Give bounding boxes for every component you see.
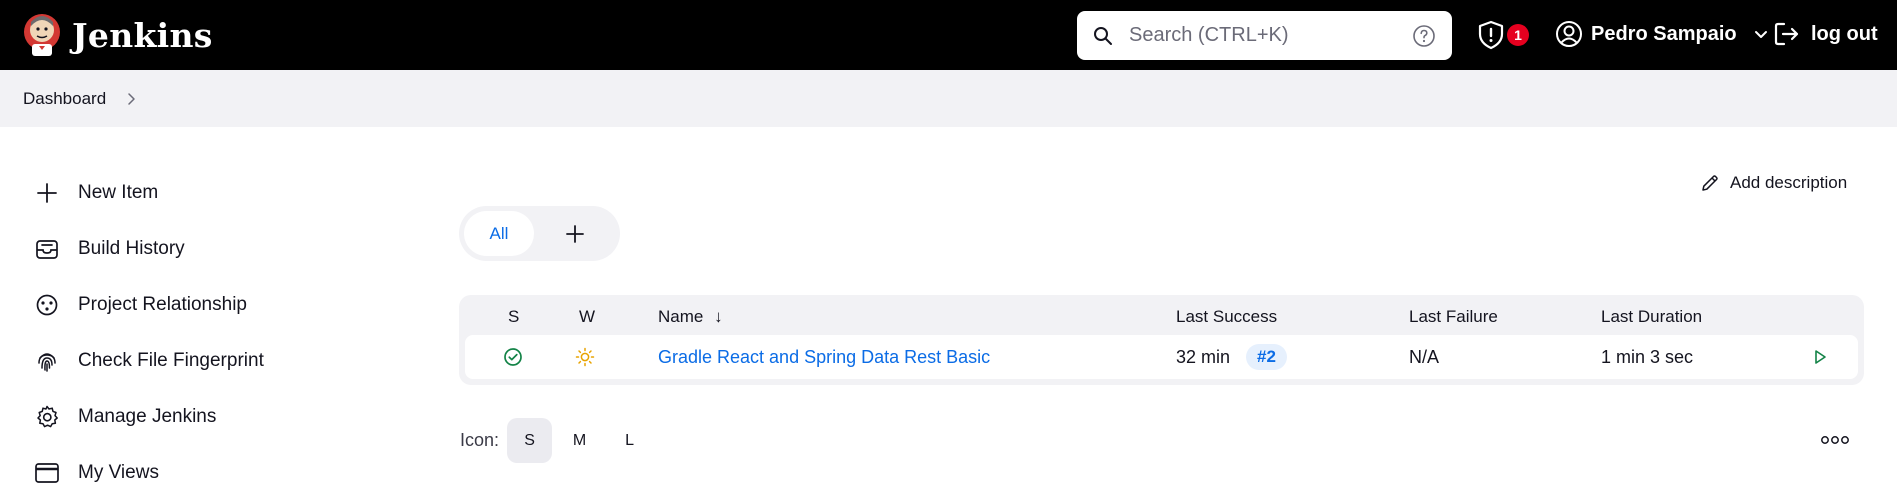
jenkins-logo-link[interactable]: Jenkins [22,10,213,60]
breadcrumb: Dashboard [0,70,1897,127]
logout-icon [1774,22,1799,46]
side-panel: New Item Build History Project Relations… [34,165,394,491]
sidebar-item-check-file-fingerprint[interactable]: Check File Fingerprint [34,333,394,389]
schedule-build-play-icon[interactable] [1811,348,1829,366]
column-header-last-success[interactable]: Last Success [1176,307,1277,327]
icon-size-selector: Icon: S M L [460,418,657,463]
job-name-link[interactable]: Gradle React and Spring Data Rest Basic [658,347,990,368]
logout-button[interactable]: log out [1773,20,1878,48]
icon-size-medium[interactable]: M [557,418,602,463]
add-description-label: Add description [1730,173,1848,192]
table-row: Gradle React and Spring Data Rest Basic … [465,335,1858,379]
jenkins-butler-icon [24,14,60,56]
jenkins-wordmark: Jenkins [72,15,213,55]
sidebar-item-new-item[interactable]: New Item [34,165,394,221]
sidebar-item-project-relationship[interactable]: Project Relationship [34,277,394,333]
sidebar-item-label: Project Relationship [78,294,247,315]
breadcrumb-dashboard[interactable]: Dashboard [23,89,106,109]
new-view-button[interactable] [540,211,610,256]
pencil-icon [1702,175,1718,191]
success-status-icon[interactable] [503,347,523,367]
column-header-status[interactable]: S [508,307,519,327]
column-header-weather[interactable]: W [579,307,595,327]
sidebar-item-label: Build History [78,238,185,259]
icon-size-label: Icon: [460,430,500,450]
sidebar-item-label: Manage Jenkins [78,406,217,427]
last-failure-value: N/A [1409,347,1440,367]
column-header-name-label: Name [658,307,704,326]
sidebar-item-manage-jenkins[interactable]: Manage Jenkins [34,389,394,445]
icon-size-small[interactable]: S [507,418,553,463]
search-input[interactable] [1129,24,1412,47]
search-box[interactable] [1077,11,1452,60]
user-icon [1556,21,1582,47]
icon-size-large[interactable]: L [607,418,652,463]
gear-icon [37,405,58,428]
last-duration-value: 1 min 3 sec [1601,347,1694,367]
shield-warning-icon [1478,20,1504,50]
security-warnings-button[interactable]: 1 [1477,20,1529,50]
chevron-down-icon [1754,31,1767,38]
relationship-icon [36,294,58,316]
user-name: Pedro Sampaio [1591,22,1737,45]
plus-icon [37,183,57,203]
inbox-icon [36,240,58,259]
column-header-last-duration[interactable]: Last Duration [1601,307,1702,327]
sunny-weather-icon[interactable] [575,347,595,367]
view-tabs: All [459,206,620,261]
chevron-right-icon[interactable] [124,92,138,106]
sidebar-item-build-history[interactable]: Build History [34,221,394,277]
column-header-name[interactable]: Name ↓ [658,307,723,327]
help-icon[interactable] [1412,24,1436,48]
sidebar-item-label: Check File Fingerprint [78,350,264,371]
tab-all[interactable]: All [464,211,534,256]
user-menu[interactable]: Pedro Sampaio [1555,20,1769,48]
plus-icon [566,224,584,243]
sidebar-item-label: My Views [78,462,159,483]
fingerprint-icon [38,353,56,372]
top-header: Jenkins 1 Pedro Sampaio [0,0,1897,70]
window-icon [35,463,59,483]
sidebar-item-label: New Item [78,182,159,203]
table-header: S W Name ↓ Last Success Last Failure Las… [465,295,1858,335]
search-icon [1094,26,1112,45]
column-header-last-failure[interactable]: Last Failure [1409,307,1498,327]
last-success-time: 32 min [1176,347,1231,367]
last-success-build-badge[interactable]: #2 [1246,344,1287,370]
more-options-icon[interactable] [1820,432,1850,448]
jobs-table: S W Name ↓ Last Success Last Failure Las… [459,295,1864,385]
security-count-badge: 1 [1507,24,1529,46]
sidebar-item-my-views[interactable]: My Views [34,445,394,491]
sort-arrow-icon: ↓ [714,307,723,326]
add-description-button[interactable]: Add description [1700,173,1847,193]
logout-label: log out [1811,22,1878,45]
